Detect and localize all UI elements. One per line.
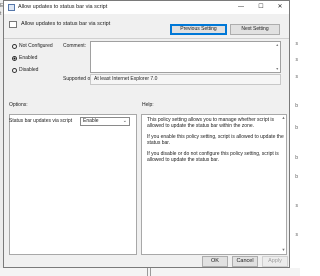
radio-disabled[interactable]: Disabled (12, 67, 38, 73)
radio-enabled[interactable]: Enabled (12, 55, 37, 61)
help-label: Help: (142, 102, 154, 108)
select-value: Enable (83, 118, 99, 124)
help-text-line: allowed to update the status bar within … (147, 123, 255, 129)
maximize-button[interactable]: ☐ (251, 1, 271, 14)
background-window-right-edge: s s s b b b b s s (289, 0, 300, 276)
title-bar[interactable]: Allow updates to status bar via script —… (4, 1, 289, 14)
scroll-up-icon[interactable]: ▲ (276, 43, 279, 47)
radio-label: Disabled (19, 67, 39, 73)
background-right-char: s (295, 232, 299, 238)
policy-app-icon (8, 4, 15, 11)
cancel-button[interactable]: Cancel (232, 256, 258, 267)
background-right-char: b (295, 103, 298, 109)
background-right-char: s (295, 74, 299, 80)
radio-circle-icon (12, 67, 17, 73)
background-left-char: t (0, 11, 2, 17)
option-label: Status bar updates via script (9, 118, 73, 124)
policy-setting-icon (9, 21, 17, 28)
policy-dialog: Allow updates to status bar via script —… (3, 0, 290, 268)
background-divider (150, 268, 151, 276)
policy-name: Allow updates to status bar via script (21, 21, 111, 27)
close-button[interactable]: ✕ (270, 1, 290, 14)
help-text-line: allowed to update the status bar. (147, 157, 219, 163)
ok-button[interactable]: OK (202, 256, 228, 267)
background-right-char: b (295, 125, 298, 131)
background-right-char: b (295, 155, 298, 161)
minimize-button[interactable]: — (231, 1, 251, 14)
next-setting-button[interactable]: Next Setting (230, 24, 280, 35)
radio-label: Enabled (19, 55, 38, 61)
scroll-down-icon[interactable]: ▼ (276, 67, 279, 71)
previous-setting-button[interactable]: Previous Setting (170, 24, 227, 35)
radio-circle-icon (12, 43, 17, 49)
window-title: Allow updates to status bar via script (18, 4, 108, 10)
options-label: Options: (9, 102, 28, 108)
radio-not-configured[interactable]: Not Configured (12, 43, 53, 49)
help-text-line: status bar. (147, 140, 171, 146)
scroll-down-icon[interactable]: ▼ (281, 247, 286, 252)
background-divider (147, 268, 148, 276)
radio-label: Not Configured (19, 43, 53, 49)
background-right-char: s (295, 203, 299, 209)
radio-selected-icon (12, 55, 17, 61)
comment-label: Comment: (63, 43, 87, 49)
background-right-char: s (295, 57, 299, 63)
options-panel (9, 114, 137, 255)
apply-button[interactable]: Apply (262, 256, 288, 267)
supported-on-value: At least Internet Explorer 7.0 (90, 74, 281, 85)
status-bar-updates-select[interactable]: Enable ⌄ (80, 117, 130, 126)
header-divider (4, 38, 289, 39)
comment-textbox[interactable]: ▲ ▼ (90, 41, 281, 73)
chevron-down-icon: ⌄ (122, 118, 127, 124)
background-right-char: b (295, 174, 298, 180)
scroll-up-icon[interactable]: ▲ (281, 115, 286, 120)
background-right-char: s (295, 41, 299, 47)
